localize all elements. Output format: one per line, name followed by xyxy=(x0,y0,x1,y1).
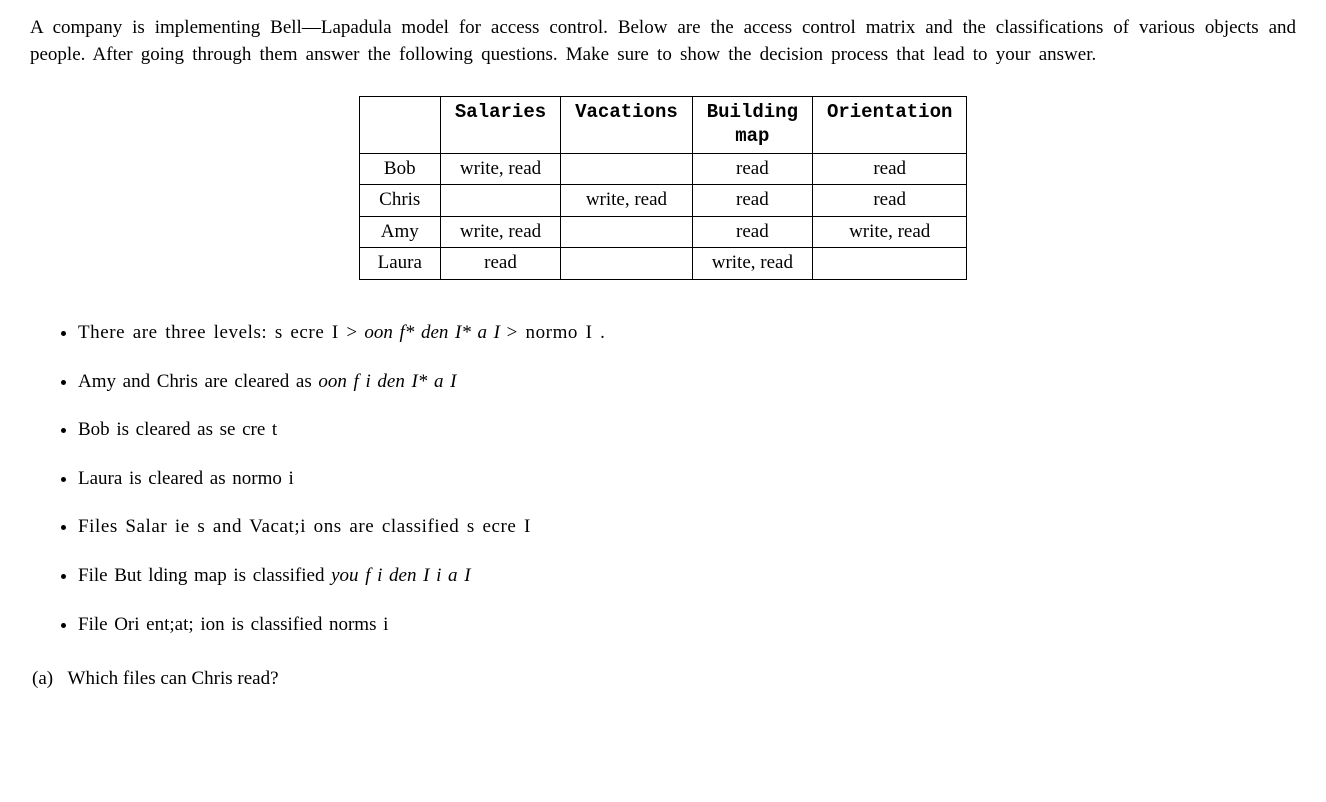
cell-chris-orientation: read xyxy=(812,185,966,217)
cell-bob-salaries: write, read xyxy=(440,153,560,185)
col-building: Building map xyxy=(692,97,812,154)
col-building-word1: Building xyxy=(707,101,798,123)
cell-chris-salaries xyxy=(440,185,560,217)
rule-amy-chris-b: oon f i den I* a I xyxy=(318,371,456,392)
col-orientation: Orientation xyxy=(812,97,966,154)
cell-laura-vacations xyxy=(561,248,693,280)
matrix-table-wrap: Salaries Vacations Building map Orientat… xyxy=(30,96,1296,280)
rule-levels-c: > normo I . xyxy=(507,322,606,343)
list-item: There are three levels: s ecre I > oon f… xyxy=(78,320,1296,347)
list-item: Files Salar ie s and Vacat;i ons are cla… xyxy=(78,514,1296,541)
intro-line-1: A company is implementing Bell—Lapadula … xyxy=(30,17,915,38)
rule-levels-a: There are three levels: s ecre I > xyxy=(78,322,358,343)
row-name-amy: Amy xyxy=(359,216,440,248)
col-vacations: Vacations xyxy=(561,97,693,154)
rule-bob: Bob is cleared as se cre t xyxy=(78,419,277,440)
rule-building-a: File But lding map is classified xyxy=(78,565,331,586)
rule-levels-b: oon f* den I* a I xyxy=(358,322,507,343)
table-row: Amy write, read read write, read xyxy=(359,216,967,248)
cell-chris-building: read xyxy=(692,185,812,217)
rule-laura: Laura is cleared as normo i xyxy=(78,468,294,489)
cell-amy-orientation: write, read xyxy=(812,216,966,248)
col-salaries: Salaries xyxy=(440,97,560,154)
cell-amy-building: read xyxy=(692,216,812,248)
question-label: (a) xyxy=(32,666,53,693)
cell-amy-salaries: write, read xyxy=(440,216,560,248)
intro-line-3: Make sure to show the decision process t… xyxy=(566,44,1096,65)
cell-bob-building: read xyxy=(692,153,812,185)
cell-laura-building: write, read xyxy=(692,248,812,280)
rules-list: There are three levels: s ecre I > oon f… xyxy=(30,320,1296,638)
rule-orientation: File Ori ent;at; ion is classified norms… xyxy=(78,614,388,635)
table-row: Laura read write, read xyxy=(359,248,967,280)
table-row: Chris write, read read read xyxy=(359,185,967,217)
cell-bob-vacations xyxy=(561,153,693,185)
list-item: Laura is cleared as normo i xyxy=(78,466,1296,493)
row-name-bob: Bob xyxy=(359,153,440,185)
rule-salaries-vacations: Files Salar ie s and Vacat;i ons are cla… xyxy=(78,516,531,537)
access-matrix-table: Salaries Vacations Building map Orientat… xyxy=(359,96,968,280)
list-item: Bob is cleared as se cre t xyxy=(78,417,1296,444)
intro-paragraph: A company is implementing Bell—Lapadula … xyxy=(30,15,1296,68)
rule-amy-chris-a: Amy and Chris are cleared as xyxy=(78,371,318,392)
col-building-word2: map xyxy=(735,125,769,147)
row-name-laura: Laura xyxy=(359,248,440,280)
rule-building-b: you f i den I i a I xyxy=(331,565,470,586)
row-name-chris: Chris xyxy=(359,185,440,217)
question-a: (a) Which files can Chris read? xyxy=(32,666,1296,693)
cell-laura-salaries: read xyxy=(440,248,560,280)
list-item: Amy and Chris are cleared as oon f i den… xyxy=(78,369,1296,396)
cell-bob-orientation: read xyxy=(812,153,966,185)
list-item: File Ori ent;at; ion is classified norms… xyxy=(78,612,1296,639)
table-header-row: Salaries Vacations Building map Orientat… xyxy=(359,97,967,154)
table-row: Bob write, read read read xyxy=(359,153,967,185)
corner-cell xyxy=(359,97,440,154)
cell-chris-vacations: write, read xyxy=(561,185,693,217)
cell-amy-vacations xyxy=(561,216,693,248)
list-item: File But lding map is classified you f i… xyxy=(78,563,1296,590)
cell-laura-orientation xyxy=(812,248,966,280)
question-text: Which files can Chris read? xyxy=(68,668,279,689)
